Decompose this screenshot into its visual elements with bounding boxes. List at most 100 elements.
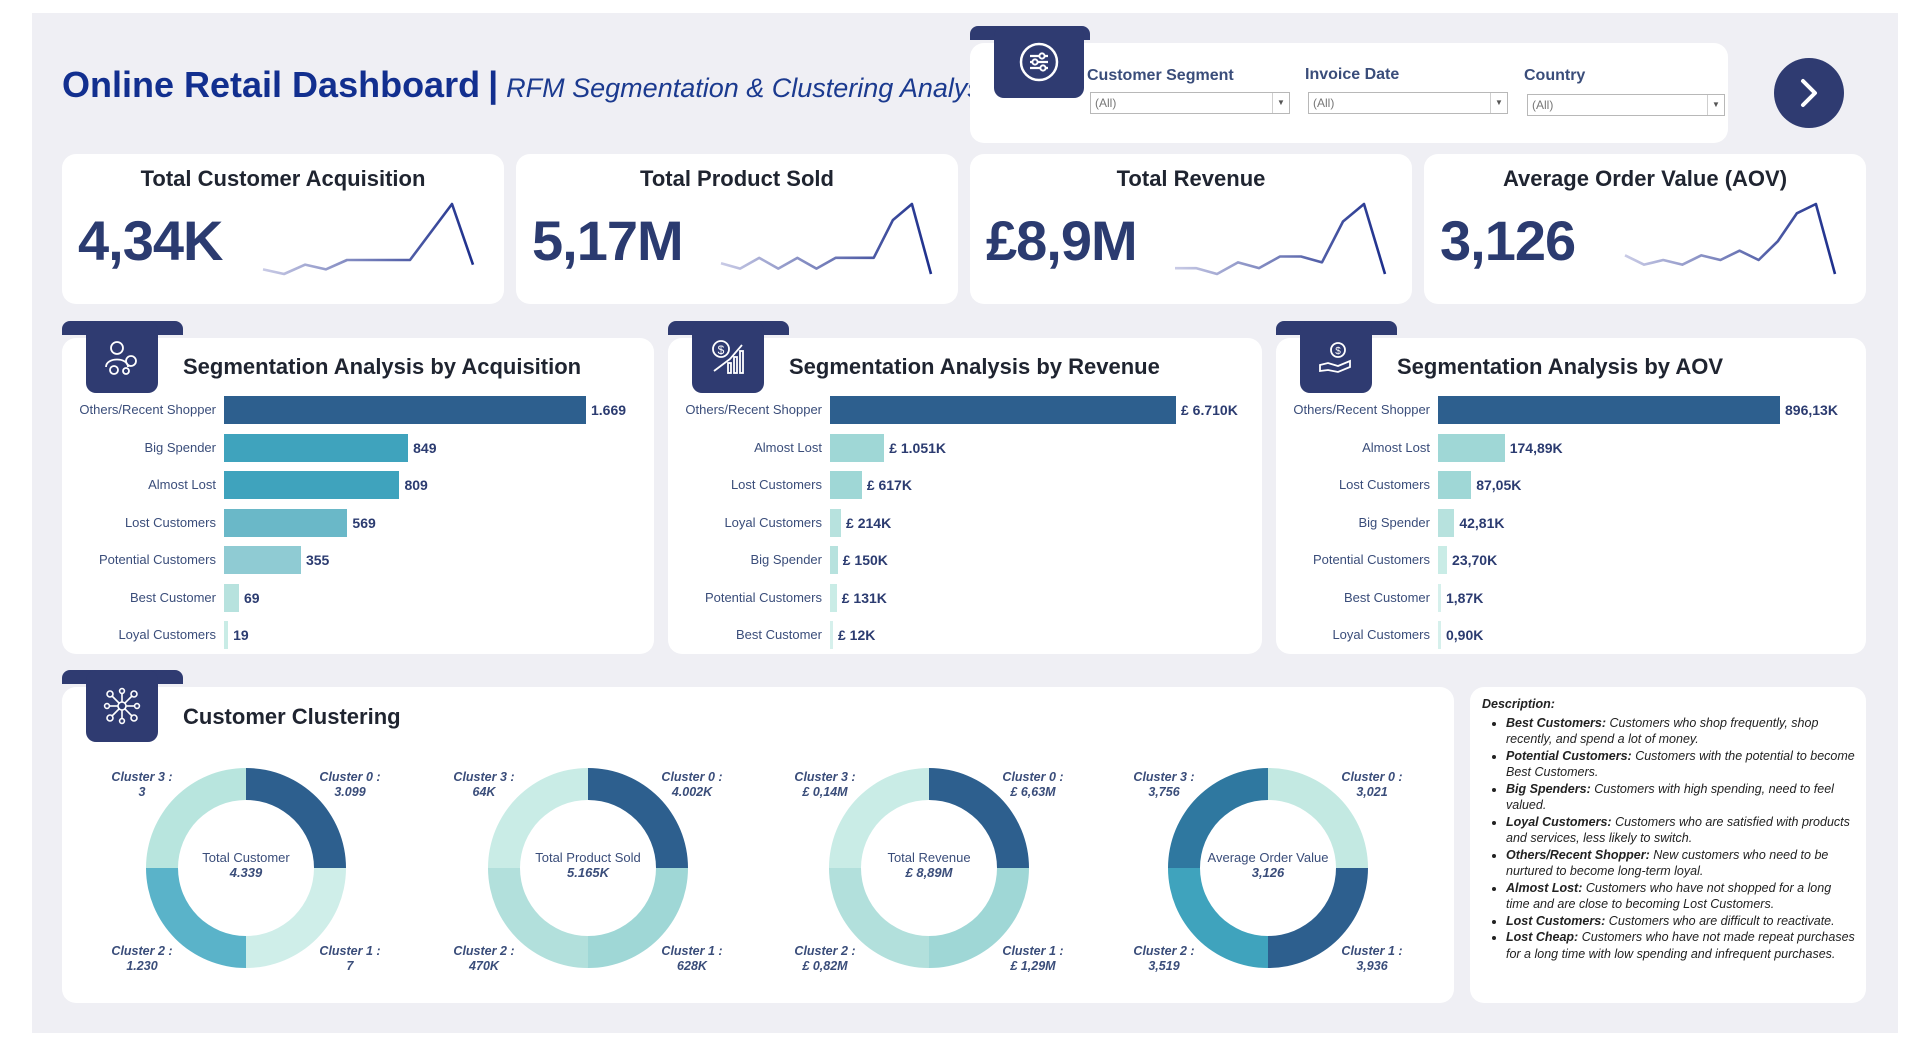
segment-category-label: Loyal Customers <box>1332 627 1430 642</box>
cluster-value: 64K <box>472 785 496 799</box>
donut-slice-label: Cluster 0 :4.002K <box>652 770 732 800</box>
chevron-down-icon[interactable]: ▼ <box>1490 93 1507 113</box>
donut-slice-label: Cluster 3 : £ 0,14M <box>785 770 865 800</box>
segment-category-label: Lost Customers <box>730 477 822 492</box>
segment-bar[interactable] <box>1438 396 1780 424</box>
segment-bar[interactable] <box>224 583 239 612</box>
segment-bar[interactable] <box>1438 546 1448 574</box>
segment-value-label: £ 6.710K <box>1181 402 1238 418</box>
segment-bar[interactable] <box>830 583 837 612</box>
segment-bar[interactable] <box>224 396 586 424</box>
cluster-value: 3,519 <box>1148 959 1180 973</box>
cluster-name: Cluster 2 : <box>111 944 173 958</box>
cluster-name: Cluster 3 : <box>453 770 515 784</box>
cluster-value: 3 <box>138 785 146 799</box>
description-term: Potential Customers: <box>1506 748 1632 763</box>
sparkline-series <box>262 202 475 276</box>
description-term: Others/Recent Shopper: <box>1506 847 1650 862</box>
next-page-button[interactable] <box>1774 58 1844 128</box>
segment-bar[interactable] <box>1438 471 1472 499</box>
cluster-value: £ 6,63M <box>1010 785 1056 799</box>
segment-value-label: 896,13K <box>1785 402 1838 418</box>
segment-bar[interactable] <box>1438 508 1455 537</box>
segment-category-label: Almost Lost <box>148 477 216 492</box>
segment-category-label: Loyal Customers <box>118 627 216 642</box>
segment-bar[interactable] <box>830 471 862 499</box>
cluster-name: Cluster 2 : <box>794 944 856 958</box>
segment-bar[interactable] <box>224 546 301 574</box>
segment-bar[interactable] <box>830 508 842 537</box>
donut-slice-label: Cluster 2 :3,519 <box>1124 944 1204 974</box>
description-term: Big Spenders: <box>1506 781 1591 796</box>
segment-title: Segmentation Analysis by Revenue <box>789 354 1160 379</box>
donut-slice-label: Cluster 2 :1.230 <box>102 944 182 974</box>
donut-center-title: Total Product Sold <box>535 850 641 865</box>
segment-value-label: 87,05K <box>1476 477 1522 493</box>
segment-value-label: 569 <box>352 514 376 531</box>
cluster-name: Cluster 3 : <box>794 770 856 784</box>
segment-category-label: Big Spender <box>144 439 216 455</box>
description-term: Loyal Customers: <box>1506 814 1612 829</box>
segment-value-label: 19 <box>233 627 249 643</box>
chevron-down-icon[interactable]: ▼ <box>1707 95 1724 115</box>
description-term: Lost Customers: <box>1506 913 1606 928</box>
segment-bar[interactable] <box>830 433 885 462</box>
segment-bar[interactable] <box>224 471 400 499</box>
kpi-value: 4,34K <box>78 209 223 272</box>
chevron-right-icon <box>1801 79 1817 107</box>
segment-category-label: Best Customer <box>736 627 822 642</box>
segment-value-label: £ 12K <box>838 627 876 643</box>
chevron-down-icon[interactable]: ▼ <box>1272 93 1289 113</box>
segment-bar[interactable] <box>224 621 229 649</box>
segment-bar[interactable] <box>830 546 838 574</box>
donut-center-label: Total Revenue £ 8,89M <box>854 850 1004 880</box>
sparkline-series <box>720 202 933 275</box>
donut-slice-label: Cluster 2 :470K <box>444 944 524 974</box>
donut-slice-label: Cluster 1 :7 <box>310 944 390 974</box>
cluster-name: Cluster 1 : <box>661 944 723 958</box>
invoice-date-value: (All) <box>1313 96 1335 110</box>
donut-slice-label: Cluster 3 :3,756 <box>1124 770 1204 800</box>
cluster-name: Cluster 0 : <box>319 770 381 784</box>
customer-segment-dropdown[interactable]: (All) ▼ <box>1090 92 1290 114</box>
cluster-value: 470K <box>469 959 499 973</box>
segment-category-label: Others/Recent Shopper <box>685 402 822 417</box>
country-value: (All) <box>1532 98 1554 112</box>
segment-value-label: £ 1.051K <box>889 439 947 456</box>
cluster-name: Cluster 1 : <box>319 944 381 958</box>
description-term: Best Customers: <box>1506 715 1607 730</box>
segment-bar[interactable] <box>1438 433 1505 462</box>
kpi-card-total-revenue: Total Revenue £8,9M <box>970 154 1412 304</box>
sparkline-series <box>1624 202 1837 275</box>
cluster-value: £ 0,14M <box>802 785 848 799</box>
donut-center-value: 5.165K <box>567 865 609 880</box>
donut-slice-label: Cluster 1 :3,936 <box>1332 944 1412 974</box>
segment-bar[interactable] <box>1438 621 1441 649</box>
description-term: Almost Lost: <box>1506 880 1583 895</box>
filter-label-customer-segment: Customer Segment <box>1087 67 1234 84</box>
segment-bar[interactable] <box>830 621 833 649</box>
donut-center-value: 4.339 <box>229 865 263 880</box>
segment-value-label: £ 131K <box>841 589 887 606</box>
cluster-name: Cluster 3 : <box>111 770 173 784</box>
invoice-date-dropdown[interactable]: (All) ▼ <box>1308 92 1508 114</box>
segment-bar[interactable] <box>830 396 1176 424</box>
kpi-value: 3,126 <box>1440 209 1576 272</box>
donut-center-label: Total Product Sold 5.165K <box>513 850 663 880</box>
kpi-value: 5,17M <box>532 209 684 272</box>
sparkline-series <box>1175 202 1387 276</box>
segment-value-label: 69 <box>243 589 260 606</box>
description-heading: Description: <box>1482 697 1555 711</box>
segment-bar[interactable] <box>224 508 348 537</box>
kpi-value: £8,9M <box>986 209 1138 272</box>
segment-value-label: 849 <box>413 439 437 456</box>
segment-bar[interactable] <box>1438 583 1441 612</box>
kpi-sparkline <box>1175 202 1387 276</box>
country-dropdown[interactable]: (All) ▼ <box>1527 94 1725 116</box>
description-term: Lost Cheap: <box>1506 930 1579 944</box>
description-item: Almost Lost: Customers who have not shop… <box>1506 880 1858 913</box>
segment-category-label: Potential Customers <box>98 552 216 567</box>
segment-category-label: Almost Lost <box>754 439 822 455</box>
donut-center-label: Average Order Value 3,126 <box>1193 850 1343 880</box>
segment-bar[interactable] <box>224 433 409 462</box>
